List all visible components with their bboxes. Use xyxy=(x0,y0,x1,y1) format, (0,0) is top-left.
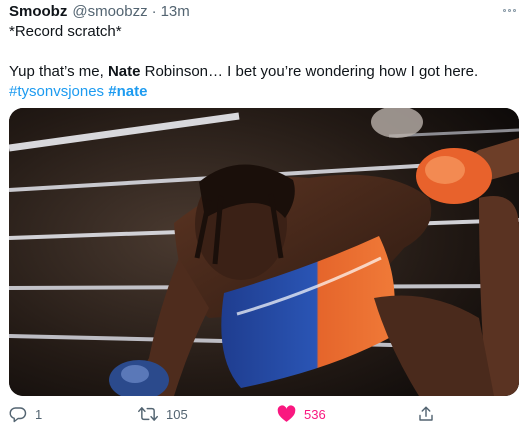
user-handle[interactable]: @smoobzz xyxy=(72,3,147,20)
retweet-button[interactable]: 105 xyxy=(138,402,188,426)
reply-count: 1 xyxy=(35,406,43,422)
hashtag-nate[interactable]: #nate xyxy=(108,83,147,100)
retweet-icon xyxy=(138,407,158,421)
reply-button[interactable]: 1 xyxy=(9,402,42,426)
boxing-ring-scene xyxy=(9,108,519,396)
tweet-text: *Record scratch* Yup that’s me, Nate Rob… xyxy=(9,22,518,102)
heart-icon xyxy=(277,405,296,422)
hashtag-tysonvsjones[interactable]: #tysonvsjones xyxy=(9,83,104,100)
like-count: 536 xyxy=(304,406,326,422)
tweet-header: Smoobz @smoobzz · 13m xyxy=(9,1,518,21)
bold-mention: Nate xyxy=(107,63,141,80)
share-button[interactable] xyxy=(417,402,435,426)
retweet-count: 105 xyxy=(166,406,188,422)
share-icon xyxy=(419,406,433,421)
reply-icon xyxy=(9,407,27,423)
like-button[interactable]: 536 xyxy=(277,402,326,426)
timestamp[interactable]: 13m xyxy=(161,3,190,20)
tweet-media-image[interactable] xyxy=(9,108,519,396)
more-options-icon[interactable] xyxy=(500,3,518,17)
hashtag-line: #tysonvsjones #nate xyxy=(9,82,518,102)
tweet-card[interactable]: Smoobz @smoobzz · 13m *Record scratch* Y… xyxy=(0,0,527,432)
display-name[interactable]: Smoobz xyxy=(9,3,67,20)
separator-dot: · xyxy=(151,2,157,20)
tweet-text-line: Yup that’s me, Nate Robinson… I bet you’… xyxy=(9,63,479,80)
tweet-text-line: *Record scratch* xyxy=(9,23,122,40)
tweet-actions: 1 105 536 xyxy=(9,402,518,426)
